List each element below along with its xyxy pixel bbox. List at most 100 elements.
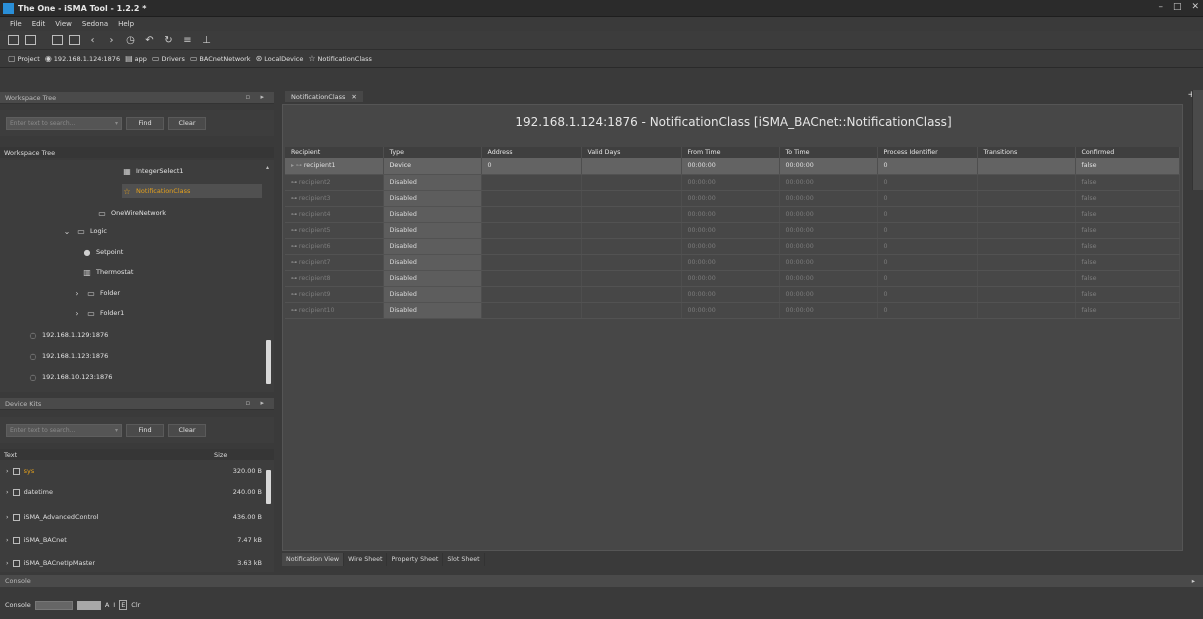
cell-address[interactable] bbox=[481, 302, 582, 319]
cell-from[interactable]: 00:00:00 bbox=[681, 254, 780, 271]
cell-type[interactable]: Disabled bbox=[383, 302, 482, 319]
cell-recipient[interactable]: ⊶ recipient3 bbox=[285, 190, 384, 207]
cell-valid[interactable] bbox=[581, 254, 682, 271]
expand-icon[interactable]: › bbox=[6, 488, 9, 496]
cell-confirmed[interactable]: false bbox=[1075, 174, 1180, 191]
cell-address[interactable] bbox=[481, 238, 582, 255]
breadcrumb-station[interactable]: ◉ 192.168.1.124:1876 bbox=[45, 54, 120, 63]
cell-from[interactable]: 00:00:00 bbox=[681, 286, 780, 303]
menu-file[interactable]: File bbox=[10, 20, 22, 28]
console-input[interactable] bbox=[34, 600, 73, 610]
console-a-button[interactable]: A bbox=[105, 601, 109, 609]
breadcrumb-app[interactable]: ▤ app bbox=[125, 54, 147, 63]
tree-node-logic[interactable]: ⌄ ▭ Logic bbox=[62, 224, 107, 238]
menu-edit[interactable]: Edit bbox=[32, 20, 46, 28]
tree-node-folder[interactable]: › ▭ Folder bbox=[72, 286, 120, 300]
tab-wire-sheet[interactable]: Wire Sheet bbox=[344, 552, 388, 566]
table-row[interactable]: ⊶ recipient10 Disabled 00:00:00 00:00:00 0 fa… bbox=[285, 302, 1180, 319]
kits-clear-button[interactable]: Clear bbox=[168, 423, 206, 437]
col-transitions[interactable]: Transitions bbox=[977, 147, 1076, 158]
cell-from[interactable]: 00:00:00 bbox=[681, 270, 780, 287]
cell-recipient[interactable]: ⊶ recipient6 bbox=[285, 238, 384, 255]
tree-node-onewirenetwork[interactable]: ▭ OneWireNetwork bbox=[97, 206, 166, 220]
cell-pid[interactable]: 0 bbox=[877, 190, 978, 207]
cell-trans[interactable] bbox=[977, 190, 1076, 207]
open-icon[interactable] bbox=[25, 35, 36, 45]
cell-to[interactable]: 00:00:00 bbox=[779, 270, 878, 287]
save-icon[interactable] bbox=[52, 35, 63, 45]
cell-recipient[interactable]: ⊶ recipient10 bbox=[285, 302, 384, 319]
cell-from[interactable]: 00:00:00 bbox=[681, 174, 780, 191]
table-row[interactable]: ⊶ recipient5 Disabled 00:00:00 00:00:00 0 fal… bbox=[285, 222, 1180, 239]
cell-confirmed[interactable]: false bbox=[1075, 302, 1180, 319]
export-icon[interactable]: ⊥ bbox=[200, 34, 213, 46]
table-row[interactable]: ⊶ recipient4 Disabled 00:00:00 00:00:00 0 fal… bbox=[285, 206, 1180, 223]
cell-to[interactable]: 00:00:00 bbox=[779, 222, 878, 239]
expand-icon[interactable]: › bbox=[6, 513, 9, 521]
tree-node-notificationclass[interactable]: ☆ NotificationClass bbox=[122, 184, 262, 198]
cell-recipient[interactable]: ⊶ recipient5 bbox=[285, 222, 384, 239]
cell-trans[interactable] bbox=[977, 174, 1076, 191]
cell-confirmed[interactable]: false bbox=[1075, 238, 1180, 255]
cell-to[interactable]: 00:00:00 bbox=[779, 238, 878, 255]
table-row[interactable]: ⊶ recipient3 Disabled 00:00:00 00:00:00 0 fal… bbox=[285, 190, 1180, 207]
cell-valid[interactable] bbox=[581, 158, 682, 175]
cell-confirmed[interactable]: false bbox=[1075, 158, 1180, 175]
refresh-icon[interactable]: ↻ bbox=[162, 34, 175, 46]
kits-panel-controls-icon[interactable]: ▫ ▸ bbox=[246, 399, 268, 407]
cell-from[interactable]: 00:00:00 bbox=[681, 238, 780, 255]
cell-recipient[interactable]: ⊶ recipient8 bbox=[285, 270, 384, 287]
tab-notificationclass[interactable]: NotificationClass ✕ bbox=[285, 91, 363, 102]
cell-address[interactable] bbox=[481, 270, 582, 287]
console-e-button[interactable]: E bbox=[119, 600, 128, 610]
console-level-slider[interactable] bbox=[76, 600, 101, 610]
cell-pid[interactable]: 0 bbox=[877, 238, 978, 255]
cell-confirmed[interactable]: false bbox=[1075, 286, 1180, 303]
cell-from[interactable]: 00:00:00 bbox=[681, 190, 780, 207]
dropdown-arrow-icon[interactable]: ▾ bbox=[115, 427, 118, 434]
cell-trans[interactable] bbox=[977, 254, 1076, 271]
tree-node-station-129[interactable]: ◌ 192.168.1.129:1876 bbox=[28, 328, 109, 342]
save-all-icon[interactable] bbox=[69, 35, 80, 45]
expand-icon[interactable]: › bbox=[72, 289, 82, 298]
cell-from[interactable]: 00:00:00 bbox=[681, 222, 780, 239]
cell-to[interactable]: 00:00:00 bbox=[779, 254, 878, 271]
console-clear-button[interactable]: Clr bbox=[131, 601, 140, 609]
tab-notification-view[interactable]: Notification View bbox=[282, 552, 345, 566]
cell-confirmed[interactable]: false bbox=[1075, 206, 1180, 223]
expand-icon[interactable]: › bbox=[6, 536, 9, 544]
cell-type[interactable]: Disabled bbox=[383, 254, 482, 271]
cell-valid[interactable] bbox=[581, 174, 682, 191]
tab-slot-sheet[interactable]: Slot Sheet bbox=[443, 552, 485, 566]
cell-from[interactable]: 00:00:00 bbox=[681, 206, 780, 223]
cell-recipient[interactable]: ▸ ⊶ recipient1 bbox=[285, 158, 384, 175]
expand-icon[interactable]: › bbox=[6, 559, 9, 567]
cell-confirmed[interactable]: false bbox=[1075, 190, 1180, 207]
breadcrumb-bacnetnetwork[interactable]: ▭ BACnetNetwork bbox=[190, 54, 251, 63]
panel-controls-icon[interactable]: ▫ ▸ bbox=[246, 93, 268, 101]
object-properties-side-tab[interactable] bbox=[1192, 90, 1203, 190]
breadcrumb-notificationclass[interactable]: ☆ NotificationClass bbox=[308, 54, 372, 63]
cell-pid[interactable]: 0 bbox=[877, 302, 978, 319]
cell-pid[interactable]: 0 bbox=[877, 222, 978, 239]
cell-pid[interactable]: 0 bbox=[877, 206, 978, 223]
cell-recipient[interactable]: ⊶ recipient2 bbox=[285, 174, 384, 191]
new-window-icon[interactable] bbox=[8, 35, 19, 45]
kits-col-text[interactable]: Text bbox=[4, 451, 17, 459]
col-recipient[interactable]: Recipient bbox=[285, 147, 384, 158]
cell-address[interactable] bbox=[481, 206, 582, 223]
cell-pid[interactable]: 0 bbox=[877, 286, 978, 303]
cell-valid[interactable] bbox=[581, 238, 682, 255]
cell-type[interactable]: Disabled bbox=[383, 190, 482, 207]
cell-to[interactable]: 00:00:00 bbox=[779, 206, 878, 223]
cell-confirmed[interactable]: false bbox=[1075, 270, 1180, 287]
cell-to[interactable]: 00:00:00 bbox=[779, 302, 878, 319]
workspace-search-input[interactable]: Enter text to search... ▾ bbox=[6, 116, 122, 130]
cell-trans[interactable] bbox=[977, 270, 1076, 287]
cell-pid[interactable]: 0 bbox=[877, 254, 978, 271]
cell-valid[interactable] bbox=[581, 302, 682, 319]
cell-pid[interactable]: 0 bbox=[877, 158, 978, 175]
cell-valid[interactable] bbox=[581, 206, 682, 223]
menu-view[interactable]: View bbox=[55, 20, 72, 28]
cell-to[interactable]: 00:00:00 bbox=[779, 190, 878, 207]
